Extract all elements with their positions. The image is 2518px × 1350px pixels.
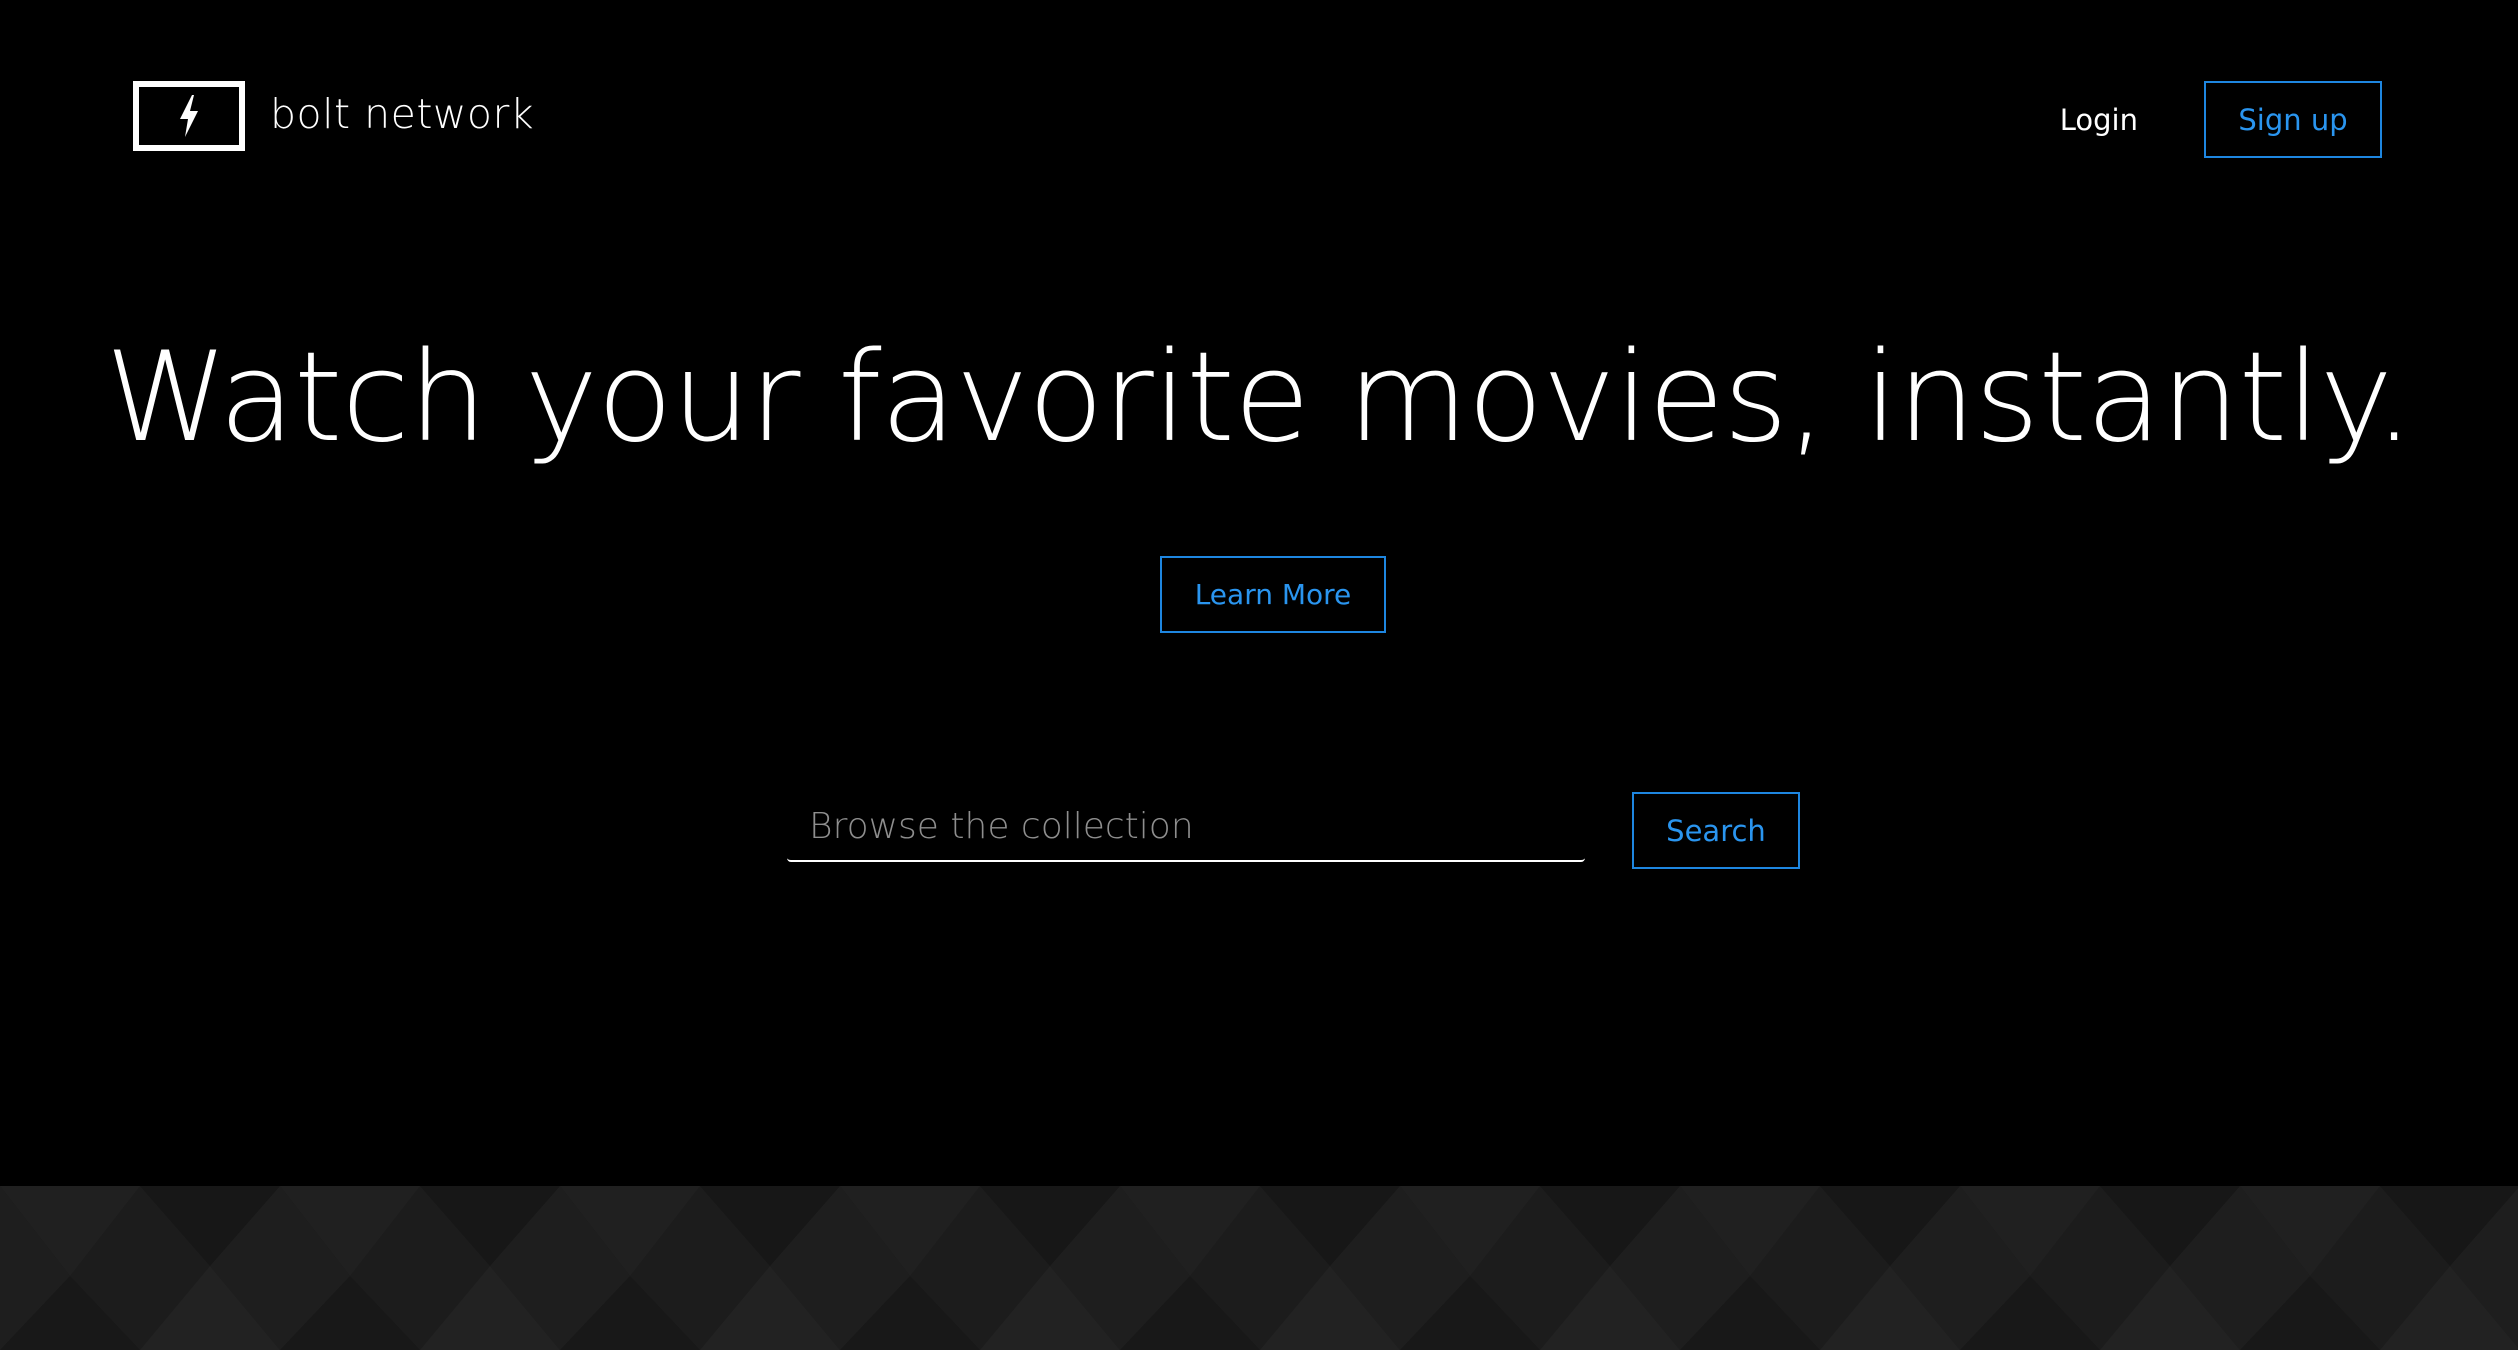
top-nav: Login Sign up <box>2060 81 2382 158</box>
hero-title: Watch your favorite movies, instantly. <box>105 326 2414 470</box>
search-input[interactable] <box>787 800 1585 862</box>
background-pattern-band <box>0 1186 2518 1350</box>
brand-name: bolt network <box>270 89 535 138</box>
login-link[interactable]: Login <box>2060 103 2138 137</box>
site-header: bolt network Login Sign up <box>0 0 2518 240</box>
signup-button[interactable]: Sign up <box>2204 81 2382 158</box>
search-button[interactable]: Search <box>1632 792 1800 869</box>
landing-page: bolt network Login Sign up Watch your fa… <box>0 0 2518 1350</box>
learn-more-button[interactable]: Learn More <box>1160 556 1386 633</box>
brand-logo-link[interactable]: bolt network <box>133 81 534 151</box>
geometric-pattern <box>0 1186 2518 1350</box>
bolt-icon <box>133 81 245 151</box>
